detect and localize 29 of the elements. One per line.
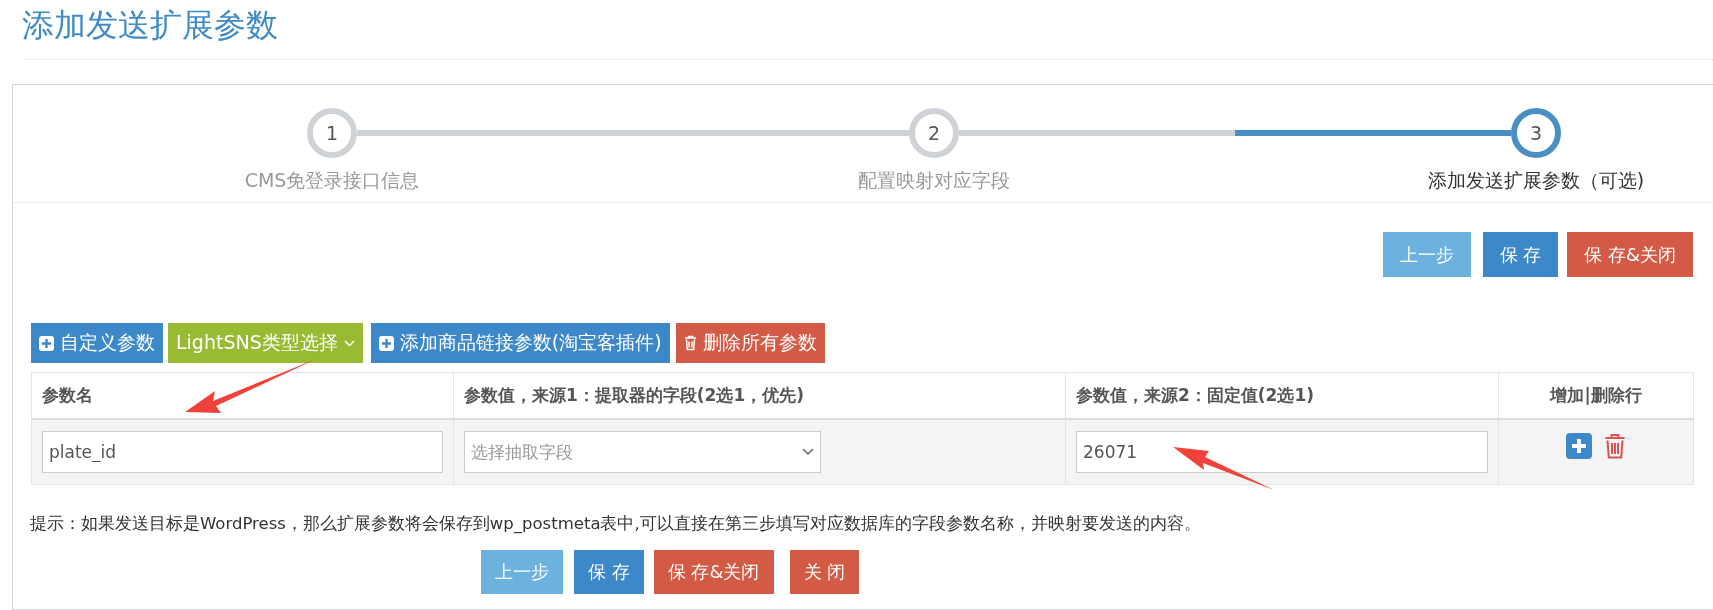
toolbar-button[interactable]: 删除所有参数 bbox=[675, 323, 825, 363]
action-button[interactable]: 上一步 bbox=[481, 550, 563, 594]
step-circle: 3 bbox=[1511, 108, 1561, 158]
plus-square-icon bbox=[378, 335, 394, 351]
step-circle: 2 bbox=[909, 108, 959, 158]
action-button[interactable]: 保 存 bbox=[1482, 232, 1559, 277]
param-name-input[interactable]: plate_id bbox=[42, 431, 443, 473]
chevron-down-icon bbox=[802, 448, 814, 456]
action-button[interactable]: 保 存&关闭 bbox=[653, 550, 774, 594]
action-button[interactable]: 上一步 bbox=[1382, 232, 1471, 277]
toolbar-button[interactable]: LightSNS类型选择 bbox=[168, 323, 363, 363]
toolbar-button[interactable]: 自定义参数 bbox=[31, 323, 163, 363]
step-label: CMS免登录接口信息 bbox=[244, 168, 420, 193]
step-circle: 1 bbox=[307, 108, 357, 158]
action-button[interactable]: 保 存 bbox=[574, 550, 644, 594]
trash-icon[interactable] bbox=[1604, 433, 1626, 459]
fixed-value-input[interactable]: 26071 bbox=[1076, 431, 1488, 473]
trash-icon bbox=[683, 335, 697, 351]
plus-square-icon bbox=[39, 335, 54, 351]
hint-text: 提示：如果发送目标是WordPress，那么扩展参数将会保存到wp_postmeta表中,可以直接在第三步填写对应数据库的字段参数名称，并映射要发送的内容。 bbox=[30, 513, 1202, 535]
step-label: 添加发送扩展参数（可选) bbox=[1427, 168, 1645, 193]
field-select[interactable]: 选择抽取字段 bbox=[464, 431, 821, 473]
action-button[interactable]: 关 闭 bbox=[789, 550, 860, 594]
action-button[interactable]: 保 存&关闭 bbox=[1567, 232, 1693, 277]
step-label: 配置映射对应字段 bbox=[858, 168, 1010, 193]
toolbar-button[interactable]: 添加商品链接参数(淘宝客插件) bbox=[370, 323, 670, 363]
page-title: 添加发送扩展参数 bbox=[22, 5, 279, 46]
caret-down-icon bbox=[343, 339, 355, 347]
add-row-icon[interactable] bbox=[1566, 433, 1592, 459]
